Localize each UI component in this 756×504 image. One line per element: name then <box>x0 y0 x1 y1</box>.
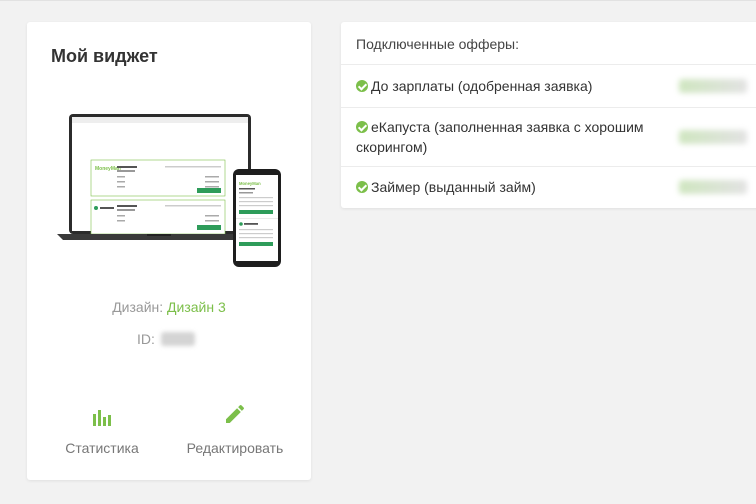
offers-panel: Подключенные офферы: До зарплаты (одобре… <box>341 22 756 208</box>
check-circle-icon <box>356 121 368 133</box>
top-divider <box>0 0 756 1</box>
offer-label: Займер (выданный займ) <box>356 177 656 197</box>
offer-row: До зарплаты (одобренная заявка) <box>341 65 756 108</box>
offer-value-redacted <box>679 180 747 194</box>
design-label: Дизайн: <box>112 299 164 315</box>
widget-card: Мой виджет MoneyMan MoneyMan Дизайн: Диз… <box>27 22 311 480</box>
statistics-button[interactable]: Статистика <box>42 400 162 456</box>
offers-header: Подключенные офферы: <box>341 22 756 65</box>
offer-row: еКапуста (заполненная заявка с хорошим с… <box>341 108 756 167</box>
check-circle-icon <box>356 181 368 193</box>
preview-brand: MoneyMan <box>95 166 121 172</box>
statistics-label: Статистика <box>65 440 139 456</box>
offer-value-redacted <box>679 130 747 144</box>
preview-phone-brand: MoneyMan <box>239 181 261 186</box>
widget-preview-image: MoneyMan MoneyMan <box>57 114 281 267</box>
id-label: ID: <box>137 331 155 347</box>
edit-button[interactable]: Редактировать <box>175 400 295 456</box>
bar-chart-icon <box>93 410 111 426</box>
offer-value-redacted <box>679 79 747 93</box>
edit-label: Редактировать <box>186 440 284 456</box>
offer-row: Займер (выданный займ) <box>341 167 756 207</box>
offer-label: еКапуста (заполненная заявка с хорошим с… <box>356 119 644 155</box>
design-value: Дизайн 3 <box>167 299 226 315</box>
check-circle-icon <box>356 80 368 92</box>
offer-label: До зарплаты (одобренная заявка) <box>356 76 656 96</box>
id-value-redacted <box>160 332 195 346</box>
widget-title: Мой виджет <box>51 46 158 66</box>
widget-id: ID: <box>137 331 195 347</box>
pencil-icon <box>226 404 245 423</box>
design-info: Дизайн: Дизайн 3 <box>27 299 311 315</box>
